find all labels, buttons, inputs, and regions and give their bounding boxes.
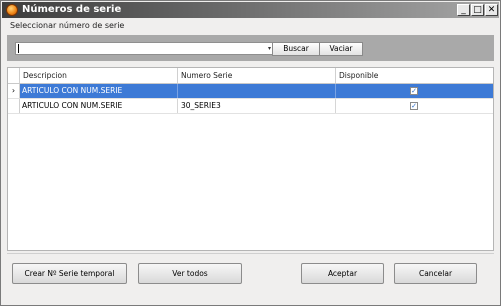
dialog-window: Números de serie _ □ ✕ Seleccionar númer… [0,0,501,306]
column-header-numero-serie[interactable]: Numero Serie [177,68,335,83]
close-button[interactable]: ✕ [485,4,498,16]
text-caret [18,44,19,53]
create-temporary-serial-button[interactable]: Crear Nº Serie temporal [12,263,127,284]
accept-button[interactable]: Aceptar [301,263,384,284]
grid-header: Descripcion Numero Serie Disponible [8,68,493,84]
column-header-disponible[interactable]: Disponible [335,68,493,83]
minimize-button[interactable]: _ [457,4,470,16]
window-title: Números de serie [22,4,122,15]
show-all-button[interactable]: Ver todos [138,263,242,284]
serial-grid: Descripcion Numero Serie Disponible › AR… [7,67,494,251]
cell-descripcion[interactable]: ARTICULO CON NUM.SERIE [19,84,177,98]
chevron-down-icon[interactable]: ▾ [268,43,271,54]
clear-button[interactable]: Vaciar [319,42,363,56]
dialog-subtitle: Seleccionar número de serie [10,21,125,30]
cancel-button[interactable]: Cancelar [394,263,477,284]
maximize-button[interactable]: □ [471,4,484,16]
dialog-footer: Crear Nº Serie temporal Ver todos Acepta… [7,253,494,302]
search-toolbar: ▾ Buscar Vaciar [7,35,494,61]
cell-numero-serie[interactable] [177,84,335,98]
app-logo-icon [6,4,18,16]
cell-descripcion[interactable]: ARTICULO CON NUM.SERIE [19,99,177,113]
row-header-corner [8,68,19,83]
search-button[interactable]: Buscar [272,42,320,56]
serial-search-combo[interactable]: ▾ [15,42,274,55]
disponible-checkbox[interactable]: ✓ [410,87,418,95]
title-bar[interactable]: Números de serie _ □ ✕ [2,2,499,18]
column-header-descripcion[interactable]: Descripcion [19,68,177,83]
cell-numero-serie[interactable]: 30_SERIE3 [177,99,335,113]
table-row[interactable]: › ARTICULO CON NUM.SERIE ✓ [8,84,493,99]
table-row[interactable]: ARTICULO CON NUM.SERIE 30_SERIE3 ✓ [8,99,493,114]
disponible-checkbox[interactable]: ✓ [410,102,418,110]
